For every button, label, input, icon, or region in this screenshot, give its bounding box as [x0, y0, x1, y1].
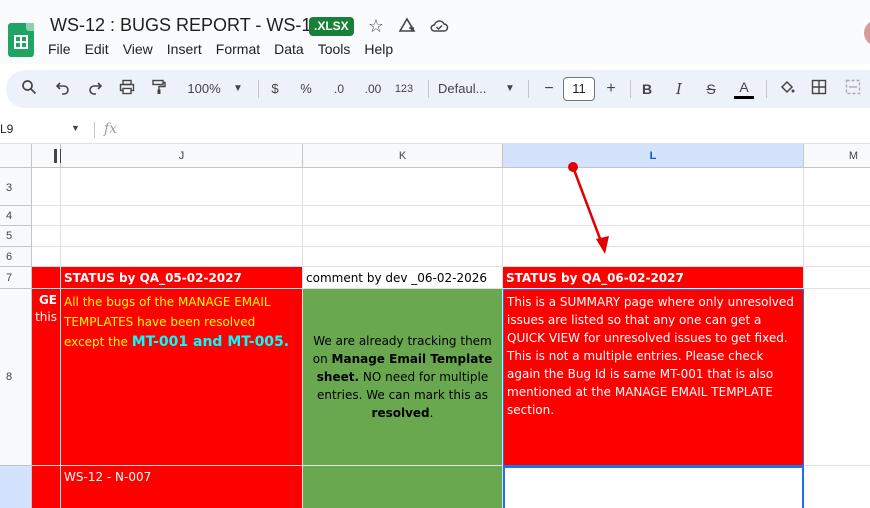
formula-divider — [94, 122, 95, 138]
percent-format-button[interactable]: % — [298, 79, 314, 99]
font-size-input[interactable]: 11 — [563, 77, 595, 101]
menu-bar: File Edit View Insert Format Data Tools … — [48, 41, 407, 57]
title-bar: WS-12 : BUGS REPORT - WS-12 .XLSX ☆ File… — [0, 0, 870, 64]
text-color-button[interactable]: A — [734, 79, 754, 99]
document-title[interactable]: WS-12 : BUGS REPORT - WS-12 — [50, 15, 321, 36]
formula-bar: L9 ▼ fx — [0, 116, 870, 144]
fill-color-icon[interactable] — [776, 79, 798, 99]
decrease-decimal-button[interactable]: .0 — [328, 79, 350, 99]
currency-format-button[interactable]: $ — [268, 79, 282, 99]
menu-view[interactable]: View — [123, 41, 153, 57]
number-format-button[interactable]: 123 — [392, 79, 416, 99]
account-avatar[interactable] — [862, 18, 870, 48]
fx-icon: fx — [104, 121, 118, 137]
spreadsheet-app: WS-12 : BUGS REPORT - WS-12 .XLSX ☆ File… — [0, 0, 870, 508]
menu-file[interactable]: File — [48, 41, 71, 57]
font-size-decrease-icon[interactable]: − — [538, 79, 560, 99]
menu-edit[interactable]: Edit — [85, 41, 109, 57]
redo-icon[interactable] — [84, 79, 106, 99]
toolbar-divider — [428, 80, 429, 98]
undo-icon[interactable] — [52, 79, 74, 99]
menu-data[interactable]: Data — [274, 41, 304, 57]
menu-tools[interactable]: Tools — [318, 41, 351, 57]
print-icon[interactable] — [116, 79, 138, 99]
file-type-badge: .XLSX — [309, 17, 354, 36]
toolbar-divider — [766, 80, 767, 98]
search-icon[interactable] — [18, 79, 40, 99]
toolbar-divider — [630, 80, 631, 98]
menu-help[interactable]: Help — [364, 41, 393, 57]
toolbar-divider — [258, 80, 259, 98]
menu-insert[interactable]: Insert — [167, 41, 202, 57]
move-to-drive-icon[interactable] — [397, 16, 417, 36]
zoom-select[interactable]: 100% — [182, 79, 226, 99]
paint-format-icon[interactable] — [148, 79, 170, 99]
sheet-grid: J K L M 3 4 5 6 7 8 STATUS by QA_05-02-2… — [0, 144, 870, 508]
font-size-increase-icon[interactable]: + — [600, 79, 622, 99]
merge-cells-icon[interactable] — [842, 79, 864, 99]
toolbar: 100% ▼ $ % .0 .00 123 Defaul... ▼ − + B … — [6, 70, 870, 108]
star-icon[interactable]: ☆ — [366, 16, 386, 36]
bold-button[interactable]: B — [640, 79, 654, 99]
font-chevron-down-icon[interactable]: ▼ — [504, 79, 516, 99]
name-box[interactable]: L9 — [0, 122, 13, 136]
sheets-logo-icon[interactable] — [8, 23, 34, 57]
strikethrough-button[interactable]: S — [704, 79, 718, 99]
name-box-chevron-down-icon[interactable]: ▼ — [71, 123, 80, 133]
font-family-select[interactable]: Defaul... — [438, 79, 500, 99]
annotation-arrow — [568, 162, 609, 254]
borders-icon[interactable] — [808, 79, 830, 99]
italic-button[interactable]: I — [672, 79, 686, 99]
cloud-status-icon[interactable] — [429, 16, 449, 36]
zoom-chevron-down-icon[interactable]: ▼ — [232, 79, 244, 99]
menu-format[interactable]: Format — [216, 41, 260, 57]
toolbar-divider — [528, 80, 529, 98]
increase-decimal-button[interactable]: .00 — [360, 79, 386, 99]
